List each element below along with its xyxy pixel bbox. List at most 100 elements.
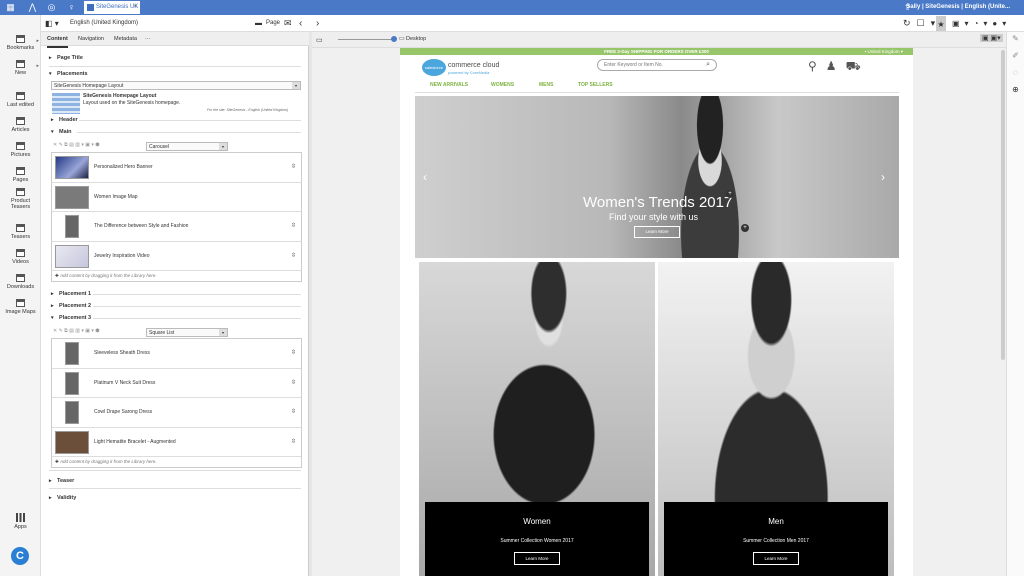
rail-item-teasers[interactable]: Teasers [0,224,41,240]
salesforce-logo[interactable]: salesforce [422,59,446,76]
list-item[interactable]: The Difference between Style and Fashion… [52,212,301,242]
hero-banner[interactable]: ‹ › Women's Trends 2017 Find your style … [415,96,899,258]
rail-item-bookmarks[interactable]: Bookmarks ▸ [0,35,41,51]
locate-icon[interactable]: ◎ [46,2,57,13]
drag-handle-icon[interactable]: ⇳ [291,408,296,415]
rail-item-image-maps[interactable]: Image Maps [0,299,41,315]
expand-right-icon[interactable]: › [316,15,319,32]
tab-metadata[interactable]: Metadata [114,32,137,46]
grid-menu-icon[interactable]: ▦ [5,2,16,13]
list-item[interactable]: Cowl Drape Sarong Dress ⇳ [52,398,301,428]
section-placement-1[interactable]: ▸ Placement 1 [51,291,91,297]
collapse-left-icon[interactable]: ‹ [299,15,302,32]
item-thumbnail [65,401,79,424]
site-search-input[interactable]: Enter Keyword or Item No. ⌕ [597,59,717,71]
tab-sitegenesis-uk[interactable]: SiteGenesis UK × [84,1,140,14]
drag-handle-icon[interactable]: ⇳ [291,163,296,170]
zoom-slider[interactable] [338,39,394,40]
women-learn-more-button[interactable]: Learn More [514,552,560,565]
women-tile[interactable]: Women Summer Collection Women 2017 Learn… [419,262,655,576]
studio-logo-icon[interactable]: ⋀ [27,2,38,13]
list-item[interactable]: Light Hematite Bracelet - Augmented ⇳ [52,428,301,457]
p3-view-select[interactable]: Square List ▾ [146,328,228,337]
preview-scrollbar[interactable] [1001,50,1005,360]
main-view-select[interactable]: Carousel ▾ [146,142,228,151]
edit-icon[interactable]: ✎ [1007,34,1024,43]
pen-icon[interactable]: ✐ [1007,51,1024,60]
tab-close-icon[interactable]: × [133,1,137,14]
user-menu[interactable]: Sally | SiteGenesis | English (Unite... [906,0,1010,15]
page-icon: ▬ [255,20,262,27]
rail-item-articles[interactable]: Articles [0,117,41,133]
globe-icon[interactable]: ⊕ [1007,85,1024,94]
tab-more[interactable]: ··· [145,32,151,46]
section-placements[interactable]: ▾ Placements [49,71,88,77]
rail-item-last-edited[interactable]: Last edited [0,92,41,108]
apps-button[interactable]: Apps [0,513,41,530]
rail-item-downloads[interactable]: Downloads [0,274,41,290]
account-icon[interactable]: ♟ [826,59,846,73]
idea-icon[interactable]: ♀ [66,2,77,13]
rail-item-pages[interactable]: Pages [0,167,41,183]
tab-content[interactable]: Content [47,32,68,48]
section-header[interactable]: ▸ Header [51,117,78,123]
search-icon[interactable]: ⌕ [706,60,710,70]
drag-handle-icon[interactable]: ⇳ [291,438,296,445]
hotspot-plus-icon[interactable]: + [726,190,734,198]
section-validity[interactable]: ▸ Validity [49,495,76,501]
cart-icon[interactable]: ⛟ [846,59,870,73]
list-item[interactable]: Platinum V Neck Suit Dress ⇳ [52,369,301,398]
device-label[interactable]: Desktop [406,36,426,42]
add-content-hint[interactable]: ✚ Add content by dragging it from the Li… [52,271,301,281]
store-locator-icon[interactable]: ⚲ [808,59,826,73]
list-item[interactable]: Personalized Hero Banner ⇳ [52,153,301,183]
hero-learn-more-button[interactable]: Learn More [634,226,680,238]
comment-icon[interactable]: ✉ [284,15,292,32]
main-list-toolbar[interactable]: ✕ ✎ ⧉ ▤ ▥ ▾ ▣ ▾ ⬢ [53,142,100,148]
bubble-icon[interactable]: ◌ [1007,68,1024,77]
item-thumbnail [55,244,89,268]
rail-item-new[interactable]: New ▸ [0,60,41,76]
list-item[interactable]: Women Image Map [52,183,301,212]
rail-item-videos[interactable]: Videos [0,249,41,265]
section-teaser[interactable]: ▸ Teaser [49,478,74,484]
drag-handle-icon[interactable]: ⇳ [291,349,296,356]
carousel-next-icon[interactable]: › [881,170,885,184]
tab-navigation[interactable]: Navigation [78,32,104,46]
shipping-banner: FREE 2-Day SHIPPING FOR ORDERS OVER £300… [400,48,913,55]
view-options-icon[interactable]: ▣▾◔▾●▾ [952,15,1011,32]
section-page-title[interactable]: ▸ Page Title [49,55,83,61]
locale-selector[interactable]: English (United Kingdom) [70,15,138,32]
folder-icon [16,224,25,232]
list-item[interactable]: Jewelry Inspiration Video ⇳ [52,242,301,271]
men-tile[interactable]: Men Summer Collection Men 2017 Learn Mor… [658,262,894,576]
coremedia-logo-icon[interactable]: C [11,547,29,565]
men-learn-more-button[interactable]: Learn More [753,552,799,565]
add-content-hint[interactable]: ✚ Add content by dragging it from the Li… [52,457,301,467]
preview-options-icon[interactable]: ▣ ▣▾ [980,34,1003,42]
section-main[interactable]: ▾ Main [51,129,72,135]
section-placement-3[interactable]: ▾ Placement 3 [51,315,91,321]
rail-item-pictures[interactable]: Pictures [0,142,41,158]
preview-mode-icon[interactable]: ▭ [316,36,323,44]
nav-new-arrivals[interactable]: NEW ARRIVALS [430,82,468,88]
chevron-down-icon: ▾ [292,82,300,89]
list-item[interactable]: Sleeveless Sheath Dress ⇳ [52,339,301,369]
drag-handle-icon[interactable]: ⇳ [291,379,296,386]
hotspot-plus-icon[interactable]: + [741,224,749,232]
p3-list-toolbar[interactable]: ✕ ✎ ⧉ ▤ ▥ ▾ ▣ ▾ ⬢ [53,328,100,334]
carousel-prev-icon[interactable]: ‹ [423,170,427,184]
country-selector[interactable]: ▪ United Kingdom ▾ [865,48,903,55]
bookmark-star-icon[interactable]: ★ [936,16,946,31]
drag-handle-icon[interactable]: ⇳ [291,252,296,259]
nav-womens[interactable]: WOMENS [491,82,514,88]
nav-top-sellers[interactable]: TOP SELLERS [578,82,613,88]
layout-select[interactable]: SiteGenesis Homepage Layout ▾ [51,81,301,90]
zoom-slider-handle[interactable] [391,36,397,42]
layout-toggle-icon[interactable]: ◧ ▾ [45,15,59,32]
drag-handle-icon[interactable]: ⇳ [291,222,296,229]
chevron-down-icon: ▾ [219,329,227,336]
rail-item-product-teasers[interactable]: Product Teasers [0,188,41,210]
nav-mens[interactable]: MENS [539,82,553,88]
section-placement-2[interactable]: ▸ Placement 2 [51,303,91,309]
